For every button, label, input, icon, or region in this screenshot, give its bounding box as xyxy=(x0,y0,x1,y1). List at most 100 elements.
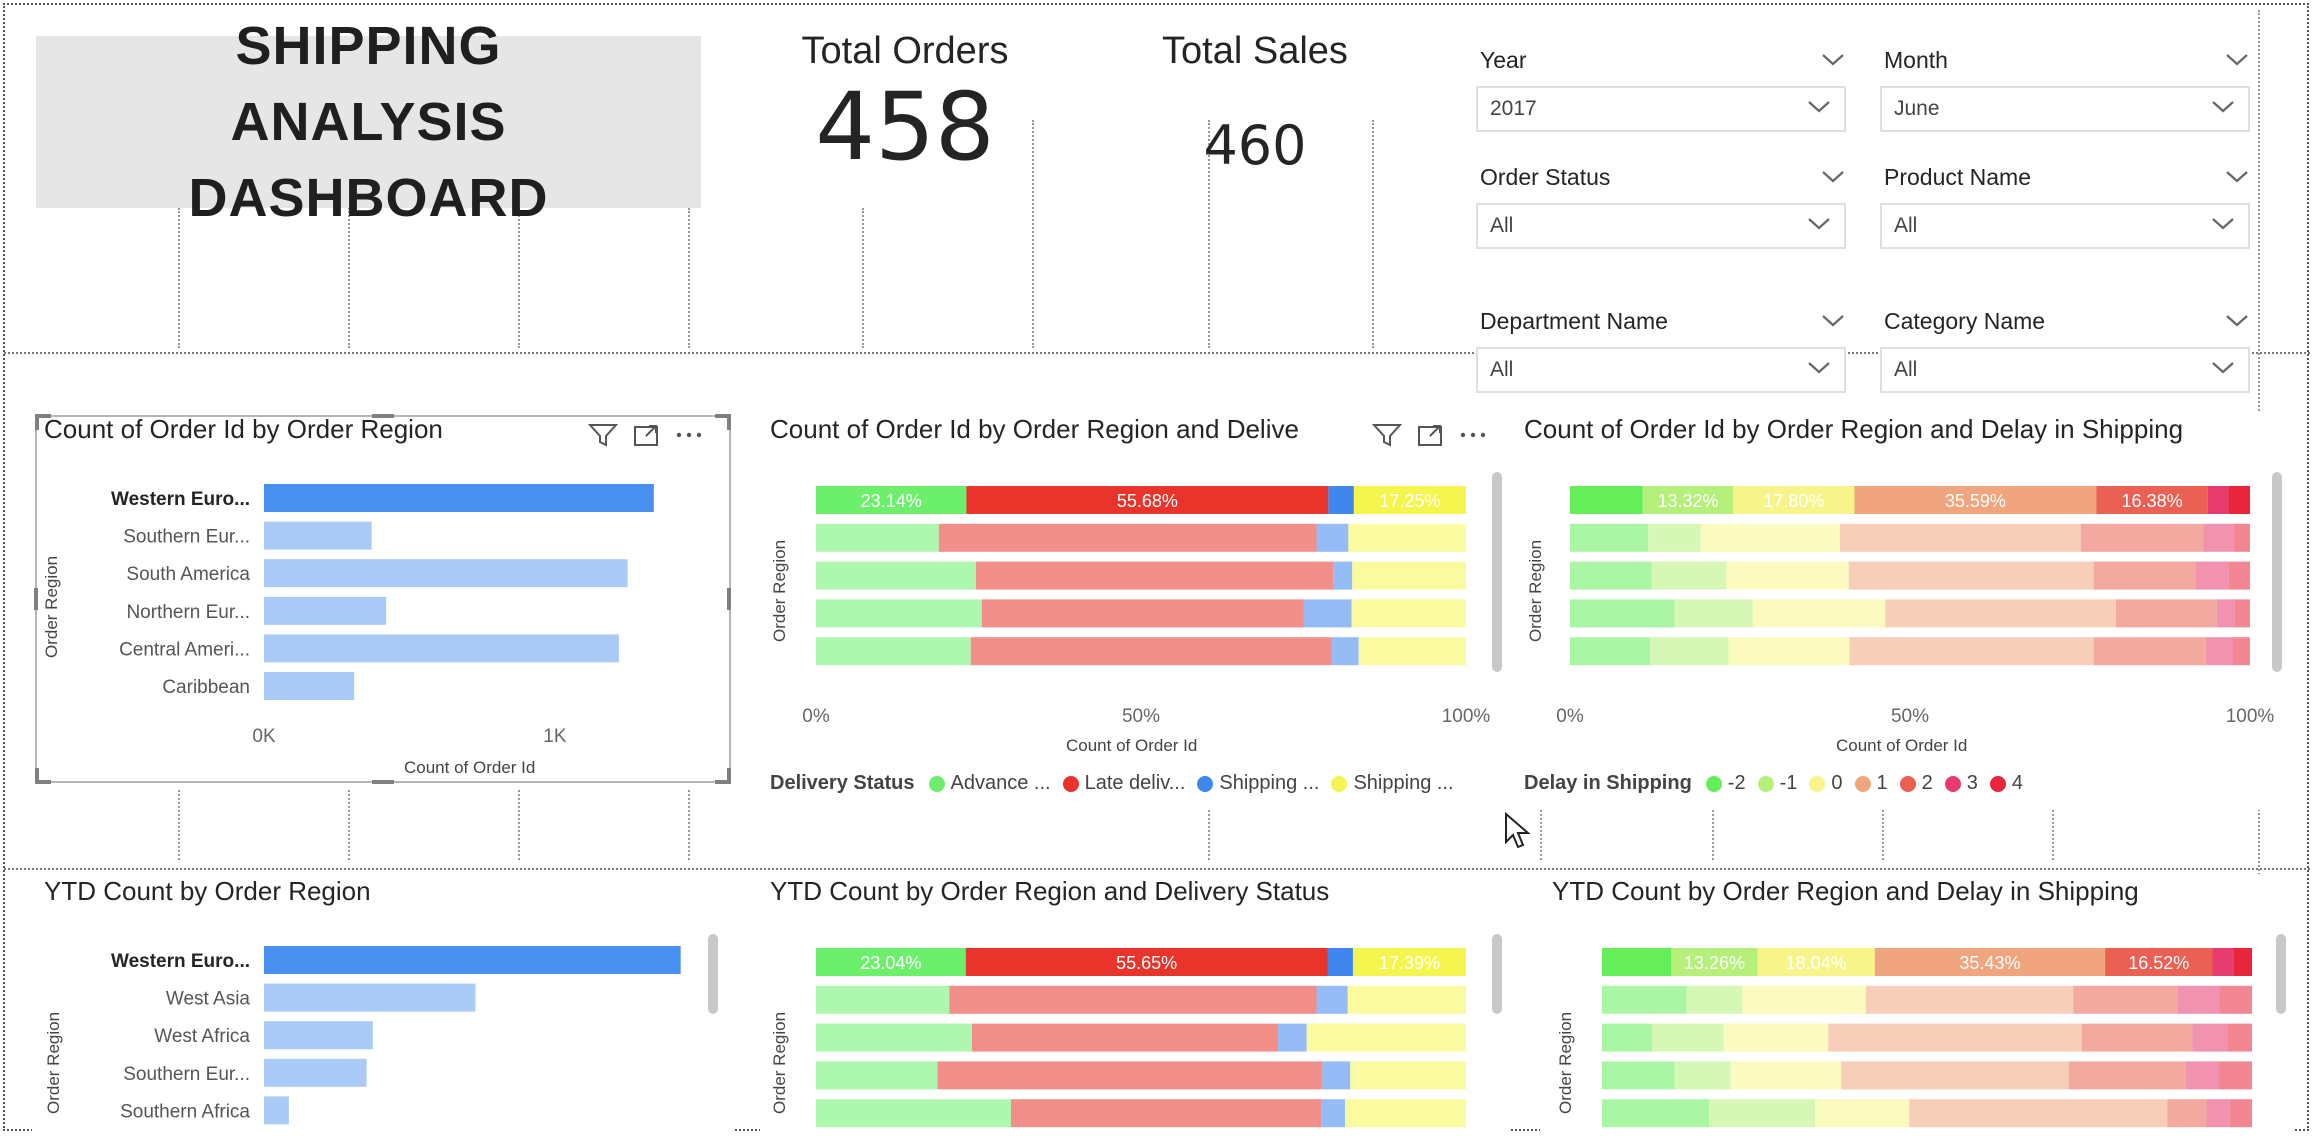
slicer-month[interactable]: Month June xyxy=(1880,40,2250,132)
kpi-total-sales[interactable]: Total Sales 460 xyxy=(1130,30,1380,181)
bar-segment[interactable] xyxy=(816,637,971,666)
bar-segment[interactable] xyxy=(1709,1099,1816,1128)
bar-segment[interactable] xyxy=(1652,1023,1724,1052)
bar-segment[interactable] xyxy=(1345,1099,1466,1128)
kpi-total-orders[interactable]: Total Orders 458 xyxy=(780,30,1030,183)
bar-segment[interactable] xyxy=(1011,1099,1322,1128)
slicer-year[interactable]: Year 2017 xyxy=(1476,40,1846,132)
bar-segment[interactable] xyxy=(2216,599,2235,628)
bar-segment[interactable] xyxy=(816,1099,1011,1128)
legend-item[interactable]: 3 xyxy=(1944,772,1978,795)
bar-segment[interactable] xyxy=(937,1061,1323,1090)
bar[interactable] xyxy=(264,634,619,663)
slicer-header[interactable]: Department Name xyxy=(1476,301,1846,341)
bar-segment[interactable] xyxy=(972,1023,1279,1052)
bar-segment[interactable] xyxy=(2229,1099,2252,1128)
bar-segment[interactable] xyxy=(1332,637,1359,666)
bar-segment[interactable] xyxy=(2205,637,2233,666)
bar-segment[interactable] xyxy=(949,985,1317,1014)
bar-segment[interactable] xyxy=(1674,599,1753,628)
bar-segment[interactable] xyxy=(1352,561,1466,590)
vertical-scrollbar[interactable] xyxy=(1492,934,1502,1014)
bar-segment[interactable] xyxy=(816,599,982,628)
vertical-scrollbar[interactable] xyxy=(2276,934,2286,1014)
bar-segment[interactable] xyxy=(2073,985,2178,1014)
chevron-down-icon[interactable] xyxy=(1820,308,1846,335)
chevron-down-icon[interactable] xyxy=(2210,358,2236,382)
bar-segment[interactable] xyxy=(1651,561,1727,590)
bar-segment[interactable] xyxy=(1306,1023,1466,1052)
bar-segment[interactable] xyxy=(1728,637,1850,666)
bar-segment[interactable] xyxy=(816,985,950,1014)
bar-segment[interactable] xyxy=(1909,1099,2168,1128)
bar-segment[interactable] xyxy=(1570,523,1649,552)
bar-segment[interactable] xyxy=(2081,1023,2193,1052)
legend-item[interactable]: 2 xyxy=(1899,772,1933,795)
chevron-down-icon[interactable] xyxy=(2210,97,2236,121)
bar-segment[interactable] xyxy=(2167,1099,2207,1128)
bar-segment[interactable] xyxy=(1350,1061,1466,1090)
bar-segment[interactable] xyxy=(1686,985,1743,1014)
bar-segment[interactable] xyxy=(1723,1023,1829,1052)
bar-segment[interactable] xyxy=(2218,1061,2252,1090)
bar-segment[interactable] xyxy=(2116,599,2217,628)
chevron-down-icon[interactable] xyxy=(2224,164,2250,191)
slicer-header[interactable]: Order Status xyxy=(1476,157,1846,197)
bar-segment[interactable] xyxy=(2195,561,2229,590)
bar-segment[interactable] xyxy=(1849,637,2094,666)
bar-segment[interactable] xyxy=(1700,523,1840,552)
bar[interactable] xyxy=(264,1058,367,1087)
bar-segment[interactable] xyxy=(1839,523,2081,552)
bar-segment[interactable] xyxy=(1602,985,1687,1014)
slicer-header[interactable]: Product Name xyxy=(1880,157,2250,197)
chevron-down-icon[interactable] xyxy=(1806,358,1832,382)
visual-ytd-delivery-status[interactable]: YTD Count by Order Region and Delivery S… xyxy=(760,874,1510,1132)
slicer-dropdown[interactable]: All xyxy=(1880,347,2250,393)
bar-segment[interactable] xyxy=(1328,486,1354,514)
bar-segment[interactable] xyxy=(2207,486,2229,514)
slicer-order-status[interactable]: Order Status All xyxy=(1476,157,1846,249)
bar-segment[interactable] xyxy=(816,1023,972,1052)
bar-segment[interactable] xyxy=(2233,523,2250,552)
slicer-dropdown[interactable]: June xyxy=(1880,86,2250,132)
vertical-scrollbar[interactable] xyxy=(2272,472,2282,672)
bar-segment[interactable] xyxy=(1570,599,1675,628)
bar-segment[interactable] xyxy=(816,523,939,552)
vertical-scrollbar[interactable] xyxy=(1492,472,1502,672)
visual-delay-shipping-stacked[interactable]: Count of Order Id by Order Region and De… xyxy=(1514,412,2294,810)
bar-segment[interactable] xyxy=(2227,1023,2252,1052)
chevron-down-icon[interactable] xyxy=(1820,164,1846,191)
chevron-down-icon[interactable] xyxy=(2224,308,2250,335)
legend-item[interactable]: Shipping ... xyxy=(1197,772,1319,795)
visual-ytd-delay-shipping[interactable]: YTD Count by Order Region and Delay in S… xyxy=(1540,874,2294,1132)
visual-ytd-order-region[interactable]: YTD Count by Order Region Order Region W… xyxy=(32,874,734,1132)
bar-segment[interactable] xyxy=(2219,985,2253,1014)
bar-segment[interactable] xyxy=(2068,1061,2186,1090)
slicer-header[interactable]: Year xyxy=(1476,40,1846,80)
slicer-dropdown[interactable]: All xyxy=(1476,203,1846,249)
bar-segment[interactable] xyxy=(1650,637,1729,666)
bar-segment[interactable] xyxy=(816,1061,938,1090)
bar-segment[interactable] xyxy=(1348,523,1466,552)
bar-segment[interactable] xyxy=(2192,1023,2228,1052)
chevron-down-icon[interactable] xyxy=(1820,47,1846,74)
bar-segment[interactable] xyxy=(2185,1061,2219,1090)
slicer-product-name[interactable]: Product Name All xyxy=(1880,157,2250,249)
legend-item[interactable]: -2 xyxy=(1705,772,1746,795)
bar[interactable] xyxy=(264,672,355,700)
legend-item[interactable]: Late deliv... xyxy=(1062,772,1185,795)
bar-segment[interactable] xyxy=(2212,948,2234,976)
bar-segment[interactable] xyxy=(1752,599,1886,628)
bar-segment[interactable] xyxy=(1347,985,1466,1014)
bar-segment[interactable] xyxy=(1648,523,1701,552)
bar-segment[interactable] xyxy=(2233,637,2250,666)
bar-segment[interactable] xyxy=(1885,599,2117,628)
legend-item[interactable]: 4 xyxy=(1989,772,2023,795)
bar-segment[interactable] xyxy=(2177,985,2220,1014)
slicer-dropdown[interactable]: All xyxy=(1880,203,2250,249)
chevron-down-icon[interactable] xyxy=(1806,214,1832,238)
bar-segment[interactable] xyxy=(2233,948,2252,976)
bar-segment[interactable] xyxy=(970,637,1333,666)
bar-segment[interactable] xyxy=(1602,1061,1675,1090)
legend-item[interactable]: Advance ... xyxy=(928,772,1051,795)
